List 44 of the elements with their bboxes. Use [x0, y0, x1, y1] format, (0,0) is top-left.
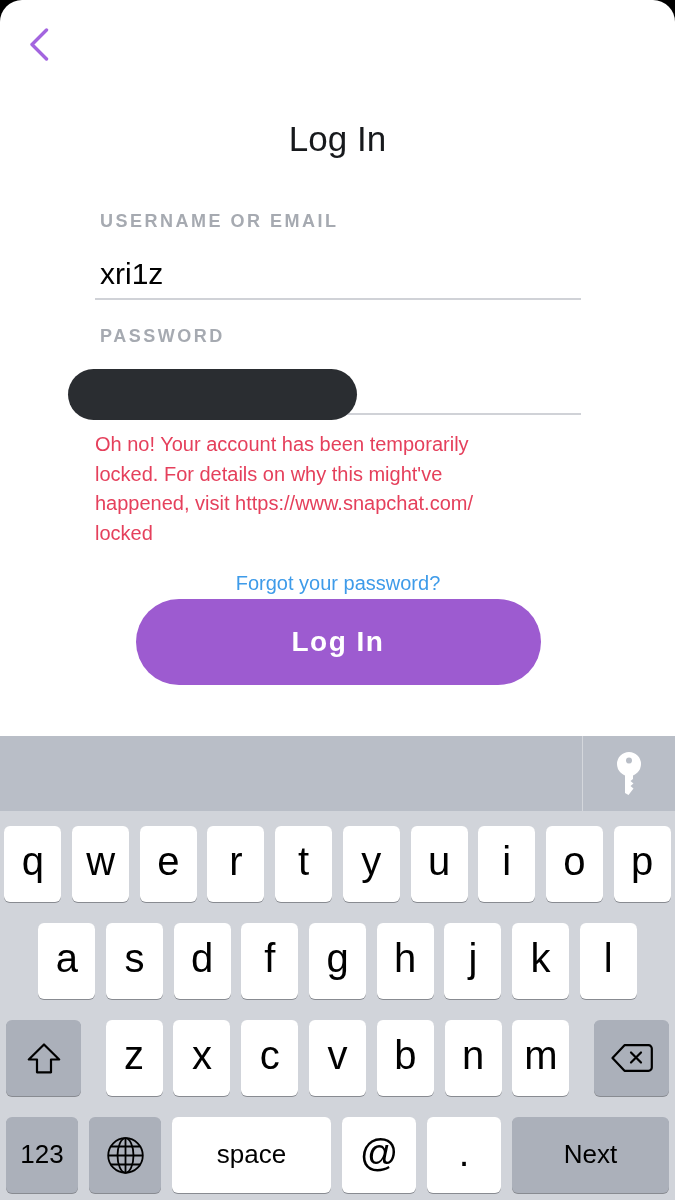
error-message: Oh no! Your account has been temporarily locked. For details on why this might've happened, visit https://www.snapchat.com/ locked: [95, 432, 473, 546]
letter-key[interactable]: b: [376, 1020, 434, 1096]
letter-key[interactable]: a: [38, 923, 96, 999]
letter-key[interactable]: v: [309, 1020, 366, 1096]
login-button[interactable]: Log In: [135, 599, 541, 685]
page-title: Log In: [288, 119, 387, 159]
letter-key[interactable]: d: [173, 923, 231, 999]
back-icon[interactable]: [29, 28, 49, 61]
field-label: USERNAME OR EMAIL: [100, 210, 339, 233]
delete-icon: [610, 1044, 653, 1072]
shift-icon: [26, 1042, 61, 1074]
letter-key[interactable]: z: [105, 1020, 163, 1096]
letter-key[interactable]: g: [309, 923, 366, 999]
letter-key[interactable]: c: [241, 1020, 299, 1096]
letter-key[interactable]: t: [275, 826, 333, 902]
letter-key[interactable]: h: [376, 923, 434, 999]
letter-key[interactable]: l: [579, 923, 637, 999]
space-key[interactable]: space: [172, 1117, 331, 1193]
letter-key[interactable]: r: [207, 826, 265, 902]
globe-key[interactable]: [89, 1117, 161, 1193]
symbol-key[interactable]: @: [342, 1117, 416, 1193]
globe-icon: [106, 1136, 144, 1174]
letter-key[interactable]: n: [444, 1020, 502, 1096]
numbers-key[interactable]: 123: [6, 1117, 78, 1193]
symbol-key[interactable]: .: [427, 1117, 501, 1193]
letter-key[interactable]: f: [241, 923, 299, 999]
letter-key[interactable]: i: [478, 826, 536, 902]
letter-key[interactable]: e: [139, 826, 197, 902]
field-label: PASSWORD: [100, 325, 225, 348]
shift-key[interactable]: [6, 1020, 81, 1096]
letter-key[interactable]: u: [410, 826, 468, 902]
next-key[interactable]: Next: [512, 1117, 669, 1193]
letter-key[interactable]: o: [545, 826, 603, 902]
letter-key[interactable]: q: [4, 826, 62, 902]
letter-key[interactable]: m: [512, 1020, 570, 1096]
delete-key[interactable]: [594, 1020, 669, 1096]
letter-key[interactable]: y: [342, 826, 400, 902]
letter-key[interactable]: k: [512, 923, 570, 999]
letter-key[interactable]: p: [613, 826, 671, 902]
letter-key[interactable]: j: [444, 923, 502, 999]
letter-key[interactable]: w: [72, 826, 130, 902]
letter-key[interactable]: s: [105, 923, 163, 999]
letter-key[interactable]: x: [173, 1020, 231, 1096]
username-field[interactable]: xri1z: [95, 249, 581, 300]
